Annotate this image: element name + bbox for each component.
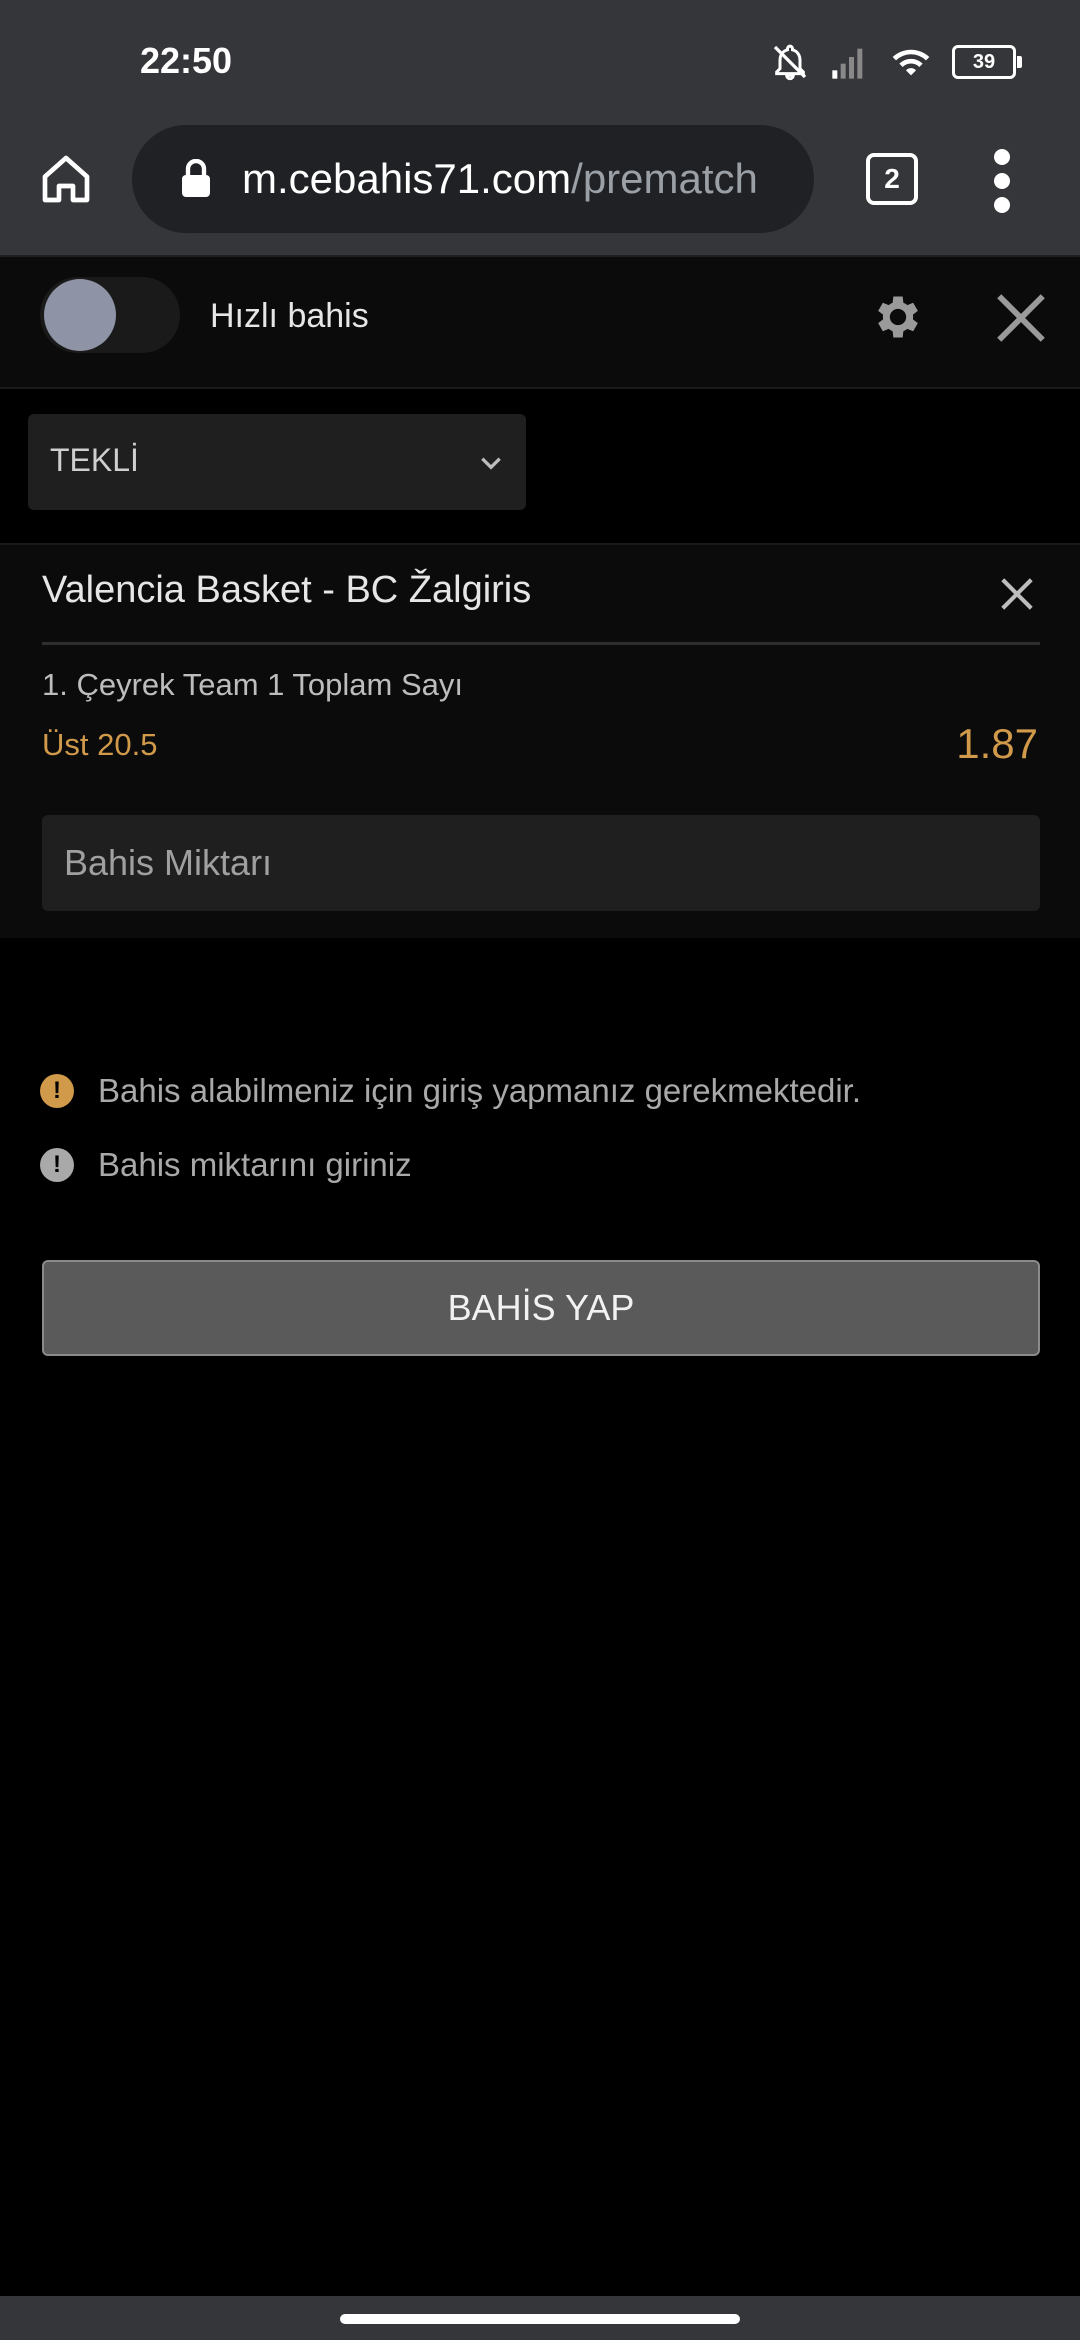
betslip-header: Hızlı bahis (0, 257, 1080, 389)
battery-icon: 39 (952, 45, 1022, 79)
bet-type-select[interactable]: TEKLİ (28, 414, 526, 510)
gesture-handle[interactable] (340, 2314, 740, 2324)
toggle-knob (44, 279, 116, 351)
quick-bet-label: Hızlı bahis (210, 297, 369, 335)
bet-card: Valencia Basket - BC Žalgiris 1. Çeyrek … (0, 545, 1080, 938)
url-path: /prematch (571, 155, 758, 202)
system-nav-bar (0, 2296, 1080, 2340)
warning-text: Bahis alabilmeniz için giriş yapmanız ge… (98, 1072, 861, 1109)
bet-type-value: TEKLİ (50, 442, 139, 478)
tab-switcher-button[interactable]: 2 (866, 153, 918, 205)
signal-icon (832, 48, 863, 79)
place-bet-button[interactable]: BAHİS YAP (42, 1260, 1040, 1356)
warning-text: Bahis miktarını giriniz (98, 1146, 412, 1183)
market-name: 1. Çeyrek Team 1 Toplam Sayı (42, 667, 463, 702)
url-host: m.cebahis71.com (242, 155, 572, 202)
odds-value: 1.87 (956, 720, 1038, 767)
match-title: Valencia Basket - BC Žalgiris (42, 569, 532, 611)
url-text: m.cebahis71.com/prematch (242, 155, 758, 203)
login-warning: ! Bahis alabilmeniz için giriş yapmanız … (40, 1072, 861, 1110)
wifi-icon (892, 49, 930, 76)
selection-name: Üst 20.5 (42, 727, 158, 762)
close-icon[interactable] (992, 289, 1050, 347)
gear-icon[interactable] (870, 289, 926, 345)
status-bar: 22:50 39 (0, 0, 1080, 125)
chevron-down-icon (481, 457, 501, 470)
status-icons: 39 (770, 40, 1022, 84)
more-vert-icon[interactable] (990, 149, 1014, 213)
warning-icon: ! (40, 1148, 74, 1182)
quick-bet-toggle[interactable] (40, 277, 180, 353)
stake-input[interactable] (42, 815, 1040, 911)
stake-warning: ! Bahis miktarını giriniz (40, 1146, 412, 1184)
bell-off-icon (773, 44, 807, 81)
browser-toolbar: m.cebahis71.com/prematch 2 (0, 125, 1080, 257)
status-time: 22:50 (140, 40, 233, 81)
lock-icon (182, 159, 210, 197)
divider (42, 642, 1040, 645)
address-bar[interactable]: m.cebahis71.com/prematch (132, 125, 814, 233)
home-icon[interactable] (38, 151, 94, 207)
remove-bet-icon[interactable] (998, 575, 1036, 613)
warning-icon: ! (40, 1074, 74, 1108)
